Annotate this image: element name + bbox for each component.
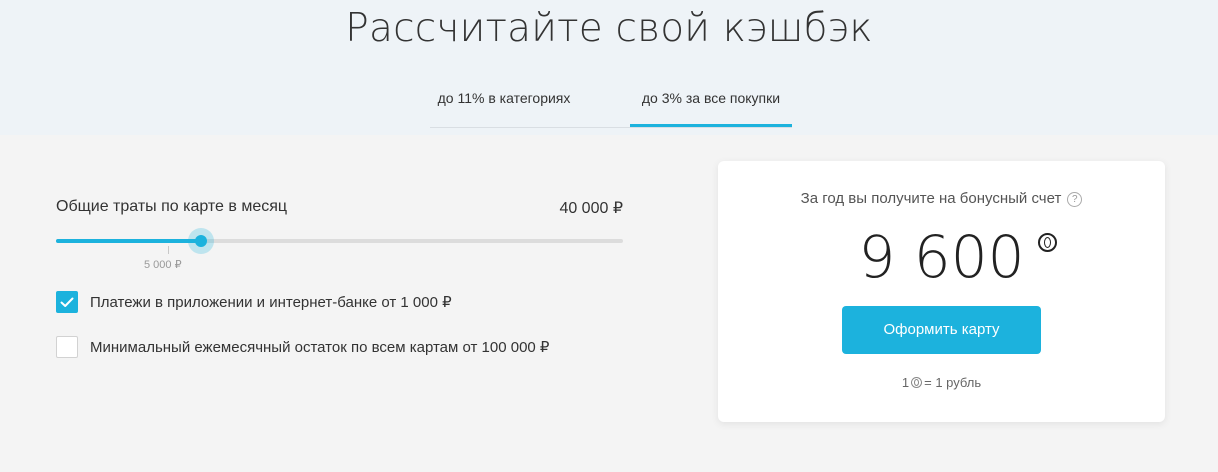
rate-prefix: 1 <box>901 375 910 390</box>
bonus-rate-note: 1 = 1 рубль <box>718 375 1165 390</box>
tab-bar: до 11% в категориях до 3% за все покупки <box>430 78 792 128</box>
cashback-amount-wrap: 9 600 <box>858 223 1057 291</box>
spend-slider-fill <box>56 239 202 243</box>
app-payments-label: Платежи в приложении и интернет-банке от… <box>90 294 452 311</box>
tab-all-purchases-cashback[interactable]: до 3% за все покупки <box>630 78 792 127</box>
option-app-payments: Платежи в приложении и интернет-банке от… <box>56 290 452 314</box>
result-card: За год вы получите на бонусный счет? 9 6… <box>718 161 1165 422</box>
spend-slider-track[interactable] <box>56 239 623 243</box>
option-min-balance: Минимальный ежемесячный остаток по всем … <box>56 335 549 359</box>
tab-category-cashback[interactable]: до 11% в категориях <box>430 78 578 124</box>
bonus-point-small-icon <box>911 377 923 388</box>
app-payments-checkbox[interactable] <box>56 291 78 313</box>
bonus-point-icon <box>1037 233 1057 252</box>
slider-tick-mark <box>168 246 169 254</box>
cashback-amount-value: 9 600 <box>858 223 1025 291</box>
slider-tick-label: 5 000 ₽ <box>144 259 182 271</box>
cashback-amount: 9 600 <box>718 223 1165 291</box>
result-caption: За год вы получите на бонусный счет? <box>718 190 1165 207</box>
rate-suffix: = 1 рубль <box>924 375 982 390</box>
min-balance-label: Минимальный ежемесячный остаток по всем … <box>90 339 550 356</box>
spend-slider-thumb[interactable] <box>195 235 207 247</box>
help-icon[interactable]: ? <box>1067 192 1083 207</box>
checkmark-icon <box>60 297 74 307</box>
apply-card-button[interactable]: Оформить карту <box>842 306 1041 354</box>
spend-value: 40 000 ₽ <box>559 200 623 217</box>
result-caption-text: За год вы получите на бонусный счет <box>800 190 1062 207</box>
spend-label: Общие траты по карте в месяц <box>56 198 288 215</box>
cashback-calculator-page: Рассчитайте свой кэшбэк до 11% в категор… <box>0 0 1218 472</box>
min-balance-checkbox[interactable] <box>56 336 78 358</box>
page-title: Рассчитайте свой кэшбэк <box>345 6 873 51</box>
